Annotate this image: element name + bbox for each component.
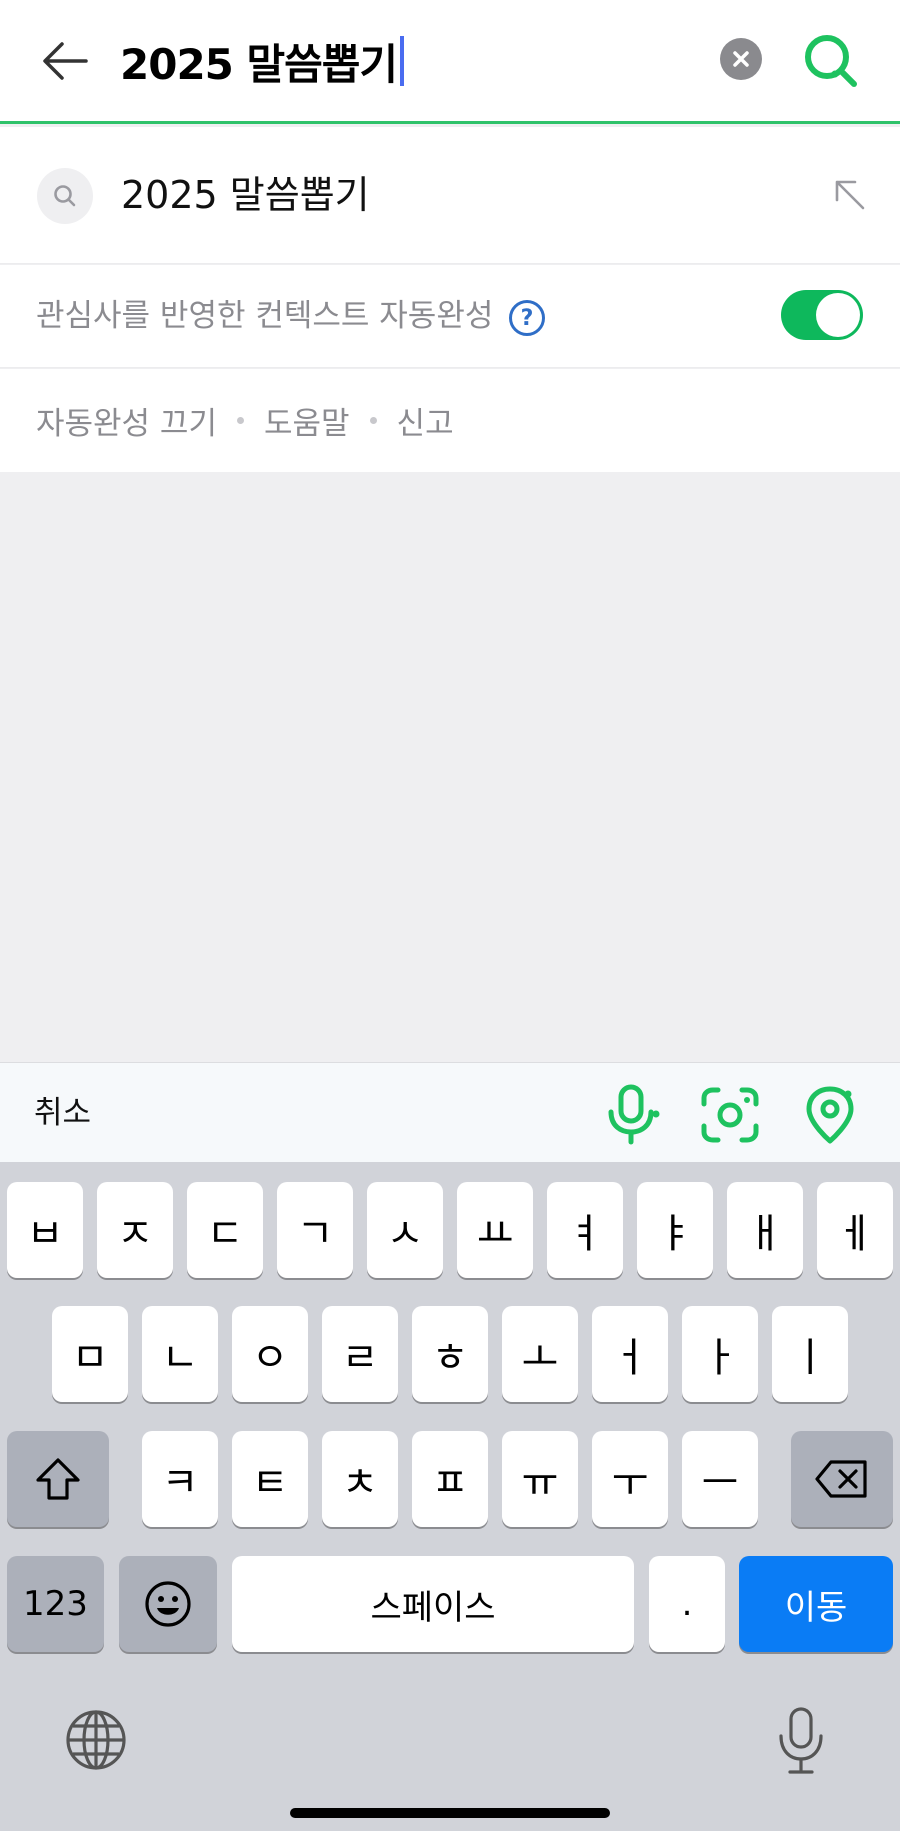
- lens-search-button[interactable]: [698, 1083, 762, 1147]
- back-button[interactable]: [40, 36, 90, 86]
- microphone-icon: [608, 1084, 660, 1145]
- key-m[interactable]: ㅁ: [52, 1306, 128, 1402]
- key-ya[interactable]: ㅑ: [637, 1182, 713, 1278]
- key-d[interactable]: ㄷ: [187, 1182, 263, 1278]
- key-s[interactable]: ㅅ: [367, 1182, 443, 1278]
- search-input[interactable]: 2025 말씀뽑기: [120, 30, 405, 92]
- search-bar: 2025 말씀뽑기: [0, 0, 900, 124]
- suggestion-text: 2025 말씀뽑기: [121, 173, 370, 217]
- location-search-button[interactable]: [798, 1083, 862, 1147]
- emoji-key[interactable]: [119, 1556, 217, 1652]
- key-h[interactable]: ㅎ: [412, 1306, 488, 1402]
- lens-camera-icon: [701, 1087, 759, 1143]
- context-autocomplete-toggle[interactable]: [781, 290, 863, 340]
- key-u[interactable]: ㅜ: [592, 1431, 668, 1527]
- key-ae[interactable]: ㅐ: [727, 1182, 803, 1278]
- key-a[interactable]: ㅏ: [682, 1306, 758, 1402]
- clear-button[interactable]: [720, 38, 762, 80]
- key-ng[interactable]: ㅇ: [232, 1306, 308, 1402]
- key-i[interactable]: ㅣ: [772, 1306, 848, 1402]
- shift-key[interactable]: [7, 1431, 109, 1527]
- period-key[interactable]: .: [649, 1556, 725, 1652]
- key-eu[interactable]: ㅡ: [682, 1431, 758, 1527]
- key-r[interactable]: ㄹ: [322, 1306, 398, 1402]
- fill-query-button[interactable]: [828, 173, 872, 217]
- autocomplete-off-link[interactable]: 자동완성 끄기: [36, 398, 217, 443]
- close-icon: [733, 51, 749, 67]
- search-query-text: 2025 말씀뽑기: [120, 39, 398, 89]
- cancel-button[interactable]: 취소: [34, 1091, 91, 1135]
- report-link[interactable]: 신고: [397, 398, 454, 443]
- home-indicator: [290, 1808, 610, 1818]
- toggle-knob: [816, 293, 860, 337]
- key-b[interactable]: ㅂ: [7, 1182, 83, 1278]
- numbers-key[interactable]: 123: [7, 1556, 104, 1652]
- key-ch[interactable]: ㅊ: [322, 1431, 398, 1527]
- separator-dot: [236, 417, 244, 424]
- search-icon: [805, 35, 857, 87]
- voice-search-button[interactable]: [600, 1083, 664, 1147]
- location-pin-icon: [806, 1086, 854, 1144]
- key-o[interactable]: ㅗ: [502, 1306, 578, 1402]
- search-button[interactable]: [800, 30, 860, 90]
- suggestion-item[interactable]: 2025 말씀뽑기: [0, 127, 900, 264]
- key-j[interactable]: ㅈ: [97, 1182, 173, 1278]
- key-k[interactable]: ㅋ: [142, 1431, 218, 1527]
- text-caret: [400, 36, 405, 86]
- dictation-microphone-icon[interactable]: [776, 1706, 826, 1776]
- arrow-up-left-icon: [835, 180, 865, 210]
- key-yu[interactable]: ㅠ: [502, 1431, 578, 1527]
- key-t[interactable]: ㅌ: [232, 1431, 308, 1527]
- space-key[interactable]: 스페이스: [232, 1556, 634, 1652]
- go-key[interactable]: 이동: [739, 1556, 893, 1652]
- key-yo[interactable]: ㅛ: [457, 1182, 533, 1278]
- help-icon[interactable]: ?: [509, 300, 545, 336]
- shift-arrow-icon: [36, 1458, 80, 1500]
- context-autocomplete-label: 관심사를 반영한 컨텍스트 자동완성: [36, 298, 494, 334]
- key-g[interactable]: ㄱ: [277, 1182, 353, 1278]
- help-link[interactable]: 도움말: [264, 398, 350, 443]
- globe-icon[interactable]: [64, 1708, 128, 1772]
- suggestion-search-icon: [37, 168, 93, 224]
- key-e[interactable]: ㅔ: [817, 1182, 893, 1278]
- separator-dot: [369, 417, 377, 424]
- emoji-smiley-icon: [145, 1581, 191, 1627]
- key-yeo[interactable]: ㅕ: [547, 1182, 623, 1278]
- key-n[interactable]: ㄴ: [142, 1306, 218, 1402]
- key-eo[interactable]: ㅓ: [592, 1306, 668, 1402]
- arrow-left-icon: [43, 42, 88, 80]
- backspace-icon: [815, 1460, 867, 1498]
- backspace-key[interactable]: [791, 1431, 893, 1527]
- context-autocomplete-row: 관심사를 반영한 컨텍스트 자동완성: [0, 265, 900, 368]
- autocomplete-links: 자동완성 끄기 도움말 신고: [0, 369, 900, 472]
- keyboard-accessory-bar: 취소: [0, 1062, 900, 1162]
- key-p[interactable]: ㅍ: [412, 1431, 488, 1527]
